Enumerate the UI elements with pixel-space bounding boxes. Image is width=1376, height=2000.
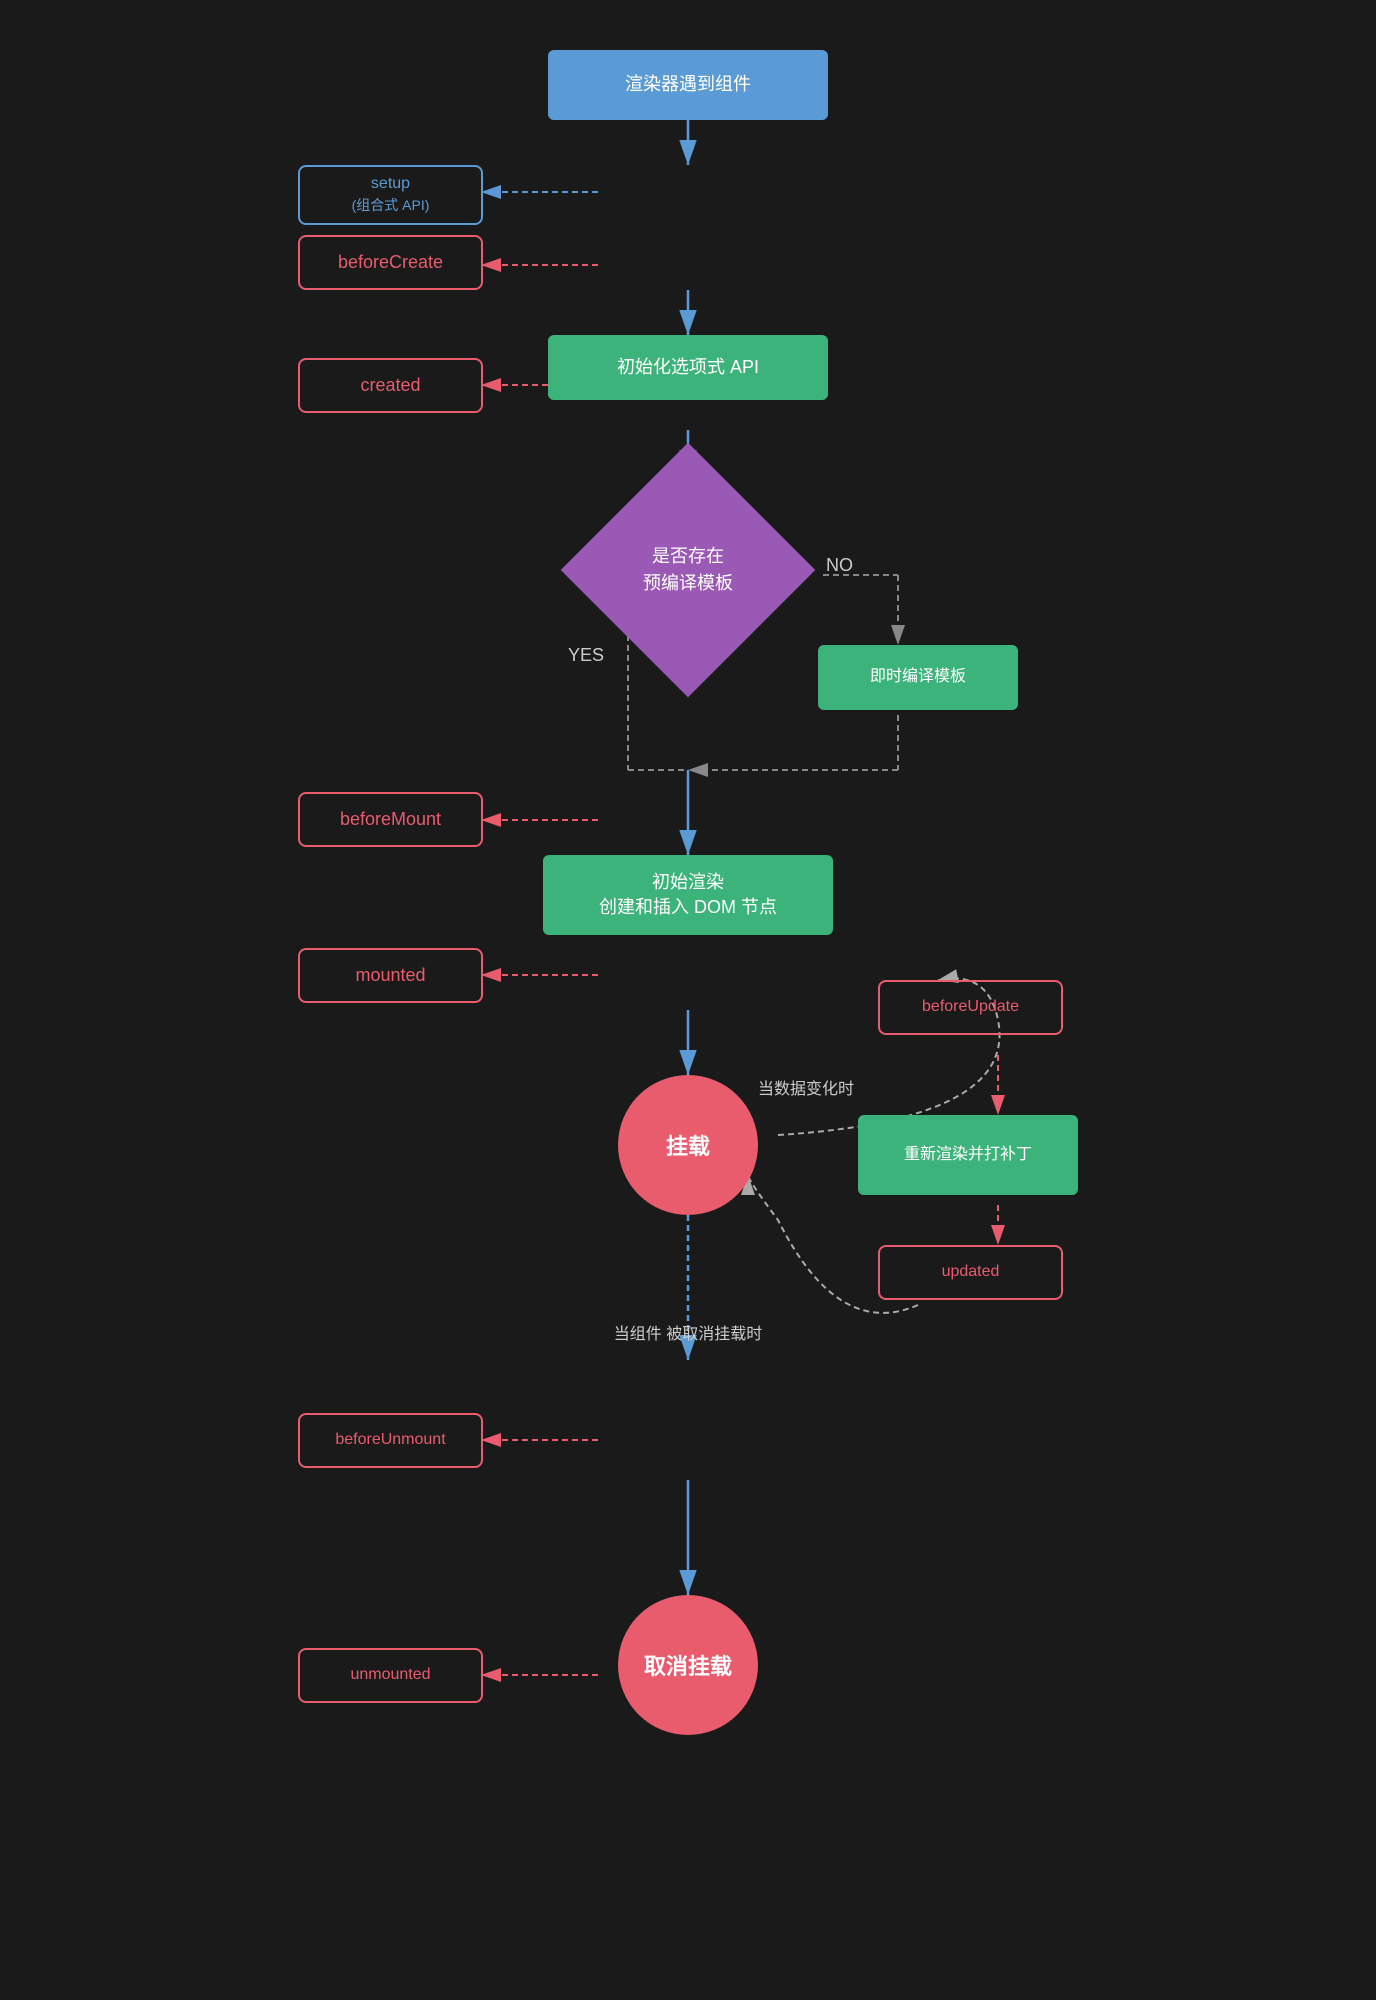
- diamond-wrapper: 是否存在预编译模板: [593, 475, 783, 665]
- initial-render-box: 初始渲染创建和插入 DOM 节点: [543, 855, 833, 935]
- setup-label: setup(组合式 API): [352, 173, 430, 218]
- no-label: NO: [826, 555, 853, 576]
- before-unmount-box: beforeUnmount: [298, 1413, 483, 1468]
- before-update-box: beforeUpdate: [878, 980, 1063, 1035]
- renderer-encounter-box: 渲染器遇到组件: [548, 50, 828, 120]
- when-unmount-label: 当组件 被取消挂载时: [588, 1320, 788, 1344]
- updated-box: updated: [878, 1245, 1063, 1300]
- yes-label: YES: [568, 645, 604, 666]
- diamond-label: 是否存在预编译模板: [643, 543, 733, 597]
- unmounted-box: unmounted: [298, 1648, 483, 1703]
- mounted-circle: 挂载: [618, 1075, 758, 1215]
- mounted-box: mounted: [298, 948, 483, 1003]
- before-create-box: beforeCreate: [298, 235, 483, 290]
- lifecycle-diagram: 渲染器遇到组件 setup(组合式 API) beforeCreate 初始化选…: [238, 20, 1138, 1980]
- unmount-circle: 取消挂载: [618, 1595, 758, 1735]
- init-options-box: 初始化选项式 API: [548, 335, 828, 400]
- setup-box: setup(组合式 API): [298, 165, 483, 225]
- created-box: created: [298, 358, 483, 413]
- jit-compile-box: 即时编译模板: [818, 645, 1018, 710]
- before-mount-box: beforeMount: [298, 792, 483, 847]
- when-data-changes-label: 当数据变化时: [758, 1075, 908, 1099]
- re-render-box: 重新渲染并打补丁: [858, 1115, 1078, 1195]
